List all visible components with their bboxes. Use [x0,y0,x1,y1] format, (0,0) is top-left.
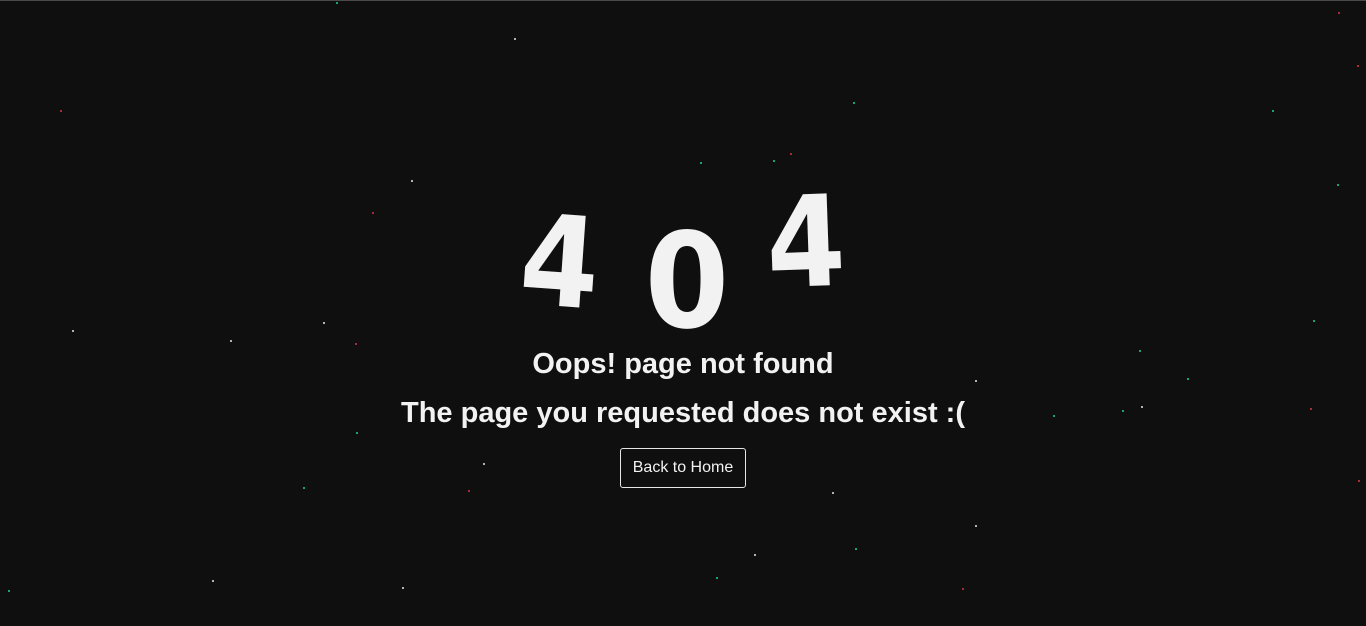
star-decoration [1358,480,1360,482]
back-to-home-button[interactable]: Back to Home [620,448,746,488]
star-decoration [356,432,358,434]
error-code: 4 0 4 [0,0,1366,350]
error-digit-middle: 0 [644,205,730,359]
star-decoration [754,554,756,556]
error-message: The page you requested does not exist :( [401,397,965,429]
star-decoration [303,487,305,489]
star-decoration [483,463,485,465]
star-decoration [855,548,857,550]
error-digit-last: 4 [763,167,848,318]
star-decoration [468,490,470,492]
star-decoration [975,525,977,527]
page-title: Oops! page not found [532,348,834,380]
star-decoration [8,590,10,592]
star-decoration [402,587,404,589]
star-decoration [212,580,214,582]
star-decoration [832,492,834,494]
star-decoration [716,577,718,579]
error-digit-first: 4 [515,186,605,339]
star-decoration [962,588,964,590]
